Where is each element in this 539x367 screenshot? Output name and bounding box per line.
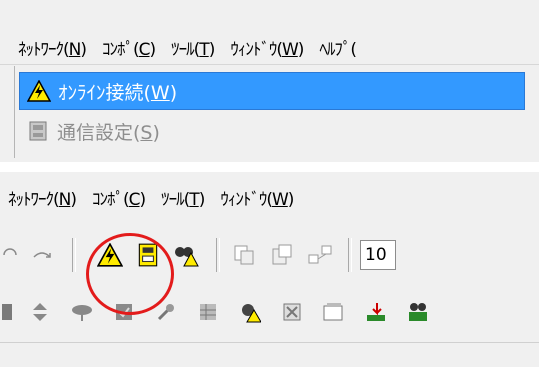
main-toolbar: 10 — [0, 230, 539, 280]
users-icon[interactable] — [402, 296, 434, 328]
card-icon[interactable] — [318, 296, 350, 328]
zoom-input[interactable]: 10 — [360, 240, 396, 270]
menu-window[interactable]: ｳｨﾝﾄﾞｳ(W) — [222, 35, 311, 60]
menu-tools-2[interactable]: ﾂｰﾙ(T) — [153, 185, 212, 210]
menu-tools[interactable]: ﾂｰﾙ(T) — [163, 35, 222, 60]
import-icon[interactable] — [360, 296, 392, 328]
menu-help[interactable]: ﾍﾙﾌﾟ( — [311, 35, 364, 60]
comm-settings-label: 通信設定(S) — [57, 121, 160, 144]
annotation-circle — [86, 233, 174, 315]
toolbar-separator-3 — [348, 238, 352, 272]
arrow-updown-icon[interactable] — [24, 296, 56, 328]
comm-settings-icon — [25, 118, 51, 144]
network-dropdown: ｵﾝﾗｲﾝ接続(W) 通信設定(S) — [14, 66, 535, 158]
paste-icon[interactable] — [266, 239, 298, 271]
menu-network-2[interactable]: ﾈｯﾄﾜｰｸ(N) — [0, 185, 84, 210]
undo-icon[interactable] — [0, 239, 20, 271]
copy-icon[interactable] — [228, 239, 260, 271]
status-strip — [0, 342, 539, 367]
online-warning-icon — [26, 78, 52, 104]
gray-square-icon[interactable] — [0, 296, 14, 328]
menu-component-2[interactable]: ｺﾝﾎﾟ(C) — [84, 185, 153, 210]
menu-component[interactable]: ｺﾝﾎﾟ(C) — [94, 35, 163, 60]
cross-box-icon[interactable] — [276, 296, 308, 328]
menu-dropdown-panel: ﾈｯﾄﾜｰｸ(N) ｺﾝﾎﾟ(C) ﾂｰﾙ(T) ｳｨﾝﾄﾞｳ(W) ﾍﾙﾌﾟ(… — [0, 0, 539, 162]
menu-bar: ﾈｯﾄﾜｰｸ(N) ｺﾝﾎﾟ(C) ﾂｰﾙ(T) ｳｨﾝﾄﾞｳ(W) ﾍﾙﾌﾟ( — [0, 30, 539, 65]
grid-icon[interactable] — [192, 296, 224, 328]
binoculars-warning-icon[interactable] — [170, 239, 202, 271]
menu-comm-settings[interactable]: 通信設定(S) — [19, 112, 525, 150]
menu-bar-2: ﾈｯﾄﾜｰｸ(N) ｺﾝﾎﾟ(C) ﾂｰﾙ(T) ｳｨﾝﾄﾞｳ(W) — [0, 180, 480, 214]
toolbar-separator-2 — [216, 238, 220, 272]
menu-network[interactable]: ﾈｯﾄﾜｰｸ(N) — [10, 35, 94, 60]
secondary-toolbar — [0, 292, 539, 332]
gear-warning-icon[interactable] — [234, 296, 266, 328]
online-connection-label: ｵﾝﾗｲﾝ接続(W) — [58, 81, 178, 104]
router-icon[interactable] — [66, 296, 98, 328]
toolbar-separator — [72, 238, 76, 272]
network-icon[interactable] — [304, 239, 336, 271]
toolbar-panel: ﾈｯﾄﾜｰｸ(N) ｺﾝﾎﾟ(C) ﾂｰﾙ(T) ｳｨﾝﾄﾞｳ(W) 10 — [0, 172, 539, 367]
menu-window-2[interactable]: ｳｨﾝﾄﾞｳ(W) — [212, 185, 301, 210]
menu-online-connection[interactable]: ｵﾝﾗｲﾝ接続(W) — [19, 72, 525, 110]
redo-icon[interactable] — [26, 239, 58, 271]
